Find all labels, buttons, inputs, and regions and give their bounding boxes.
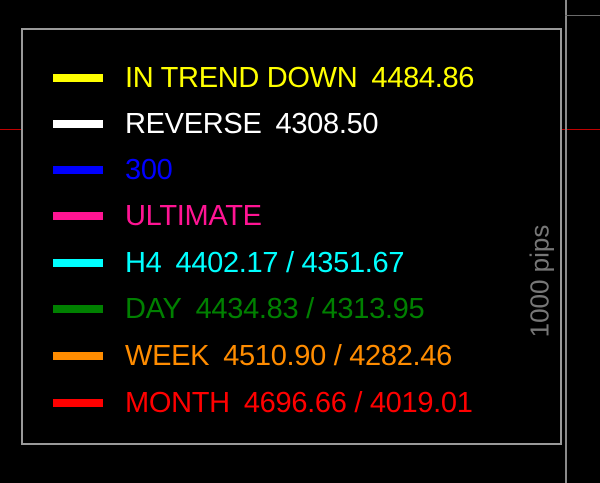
blue-line-swatch-icon (53, 166, 103, 174)
legend-item-reverse: REVERSE 4308.50 (53, 106, 379, 142)
legend-label: MONTH (125, 386, 230, 419)
legend-label: IN TREND DOWN (125, 61, 358, 94)
yellow-line-swatch-icon (53, 74, 103, 82)
legend-label: ULTIMATE (125, 199, 262, 232)
price-axis-border (565, 0, 567, 483)
legend-item-300: 300 (53, 152, 187, 188)
red-line-swatch-icon (53, 399, 103, 407)
legend-value: 4696.66 / 4019.01 (243, 386, 473, 419)
legend-value: 4308.50 (275, 107, 379, 140)
legend-item-h4: H4 4402.17 / 4351.67 (53, 245, 405, 281)
pink-line-swatch-icon (53, 212, 103, 220)
legend-item-day: DAY 4434.83 / 4313.95 (53, 291, 425, 327)
legend-value: 4402.17 / 4351.67 (175, 246, 405, 279)
green-line-swatch-icon (53, 305, 103, 313)
legend-value: 4510.90 / 4282.46 (223, 339, 452, 372)
legend-label: DAY (125, 292, 182, 325)
legend-value: 4434.83 / 4313.95 (195, 292, 425, 325)
legend-label: H4 (125, 246, 162, 279)
legend-label: REVERSE (125, 107, 262, 140)
legend-item-in-trend-down: IN TREND DOWN 4484.86 (53, 60, 474, 96)
cyan-line-swatch-icon (53, 259, 103, 267)
legend-item-week: WEEK 4510.90 / 4282.46 (53, 338, 452, 374)
legend-label: 300 (125, 153, 173, 186)
legend-item-ultimate: ULTIMATE (53, 198, 276, 234)
legend-item-month: MONTH 4696.66 / 4019.01 (53, 385, 473, 421)
price-axis-tick (565, 0, 600, 16)
orange-line-swatch-icon (53, 352, 103, 360)
legend-value: 4484.86 (371, 61, 475, 94)
white-line-swatch-icon (53, 120, 103, 128)
scale-label: 1000 pips (524, 224, 555, 338)
legend-panel: IN TREND DOWN 4484.86 REVERSE 4308.50 30… (21, 28, 562, 445)
legend-label: WEEK (125, 339, 210, 372)
chart-window: { "colors": { "background": "#000000", "… (0, 0, 600, 483)
